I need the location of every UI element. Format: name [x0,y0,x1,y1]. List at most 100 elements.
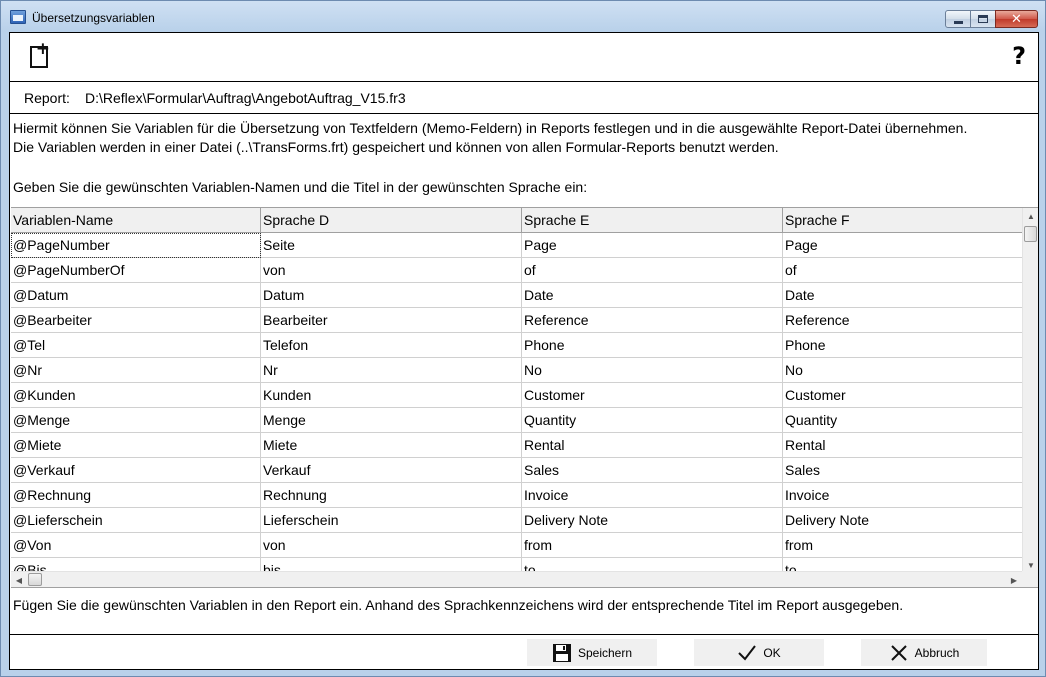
grid-cell[interactable]: @Datum [11,283,261,308]
grid-cell[interactable]: Lieferschein [261,508,522,533]
cross-icon [889,643,909,663]
grid-cell[interactable]: von [261,533,522,558]
table-row[interactable]: @PageNumberOf von of of [11,258,1022,283]
grid-cell[interactable]: Telefon [261,333,522,358]
grid-cell[interactable]: Customer [522,383,783,408]
column-header[interactable]: Sprache D [261,208,522,233]
grid-cell[interactable]: Reference [522,308,783,333]
caption-buttons: ✕ [945,10,1038,28]
grid-header: Variablen-Name Sprache D Sprache E Sprac… [11,208,1022,233]
table-row[interactable]: @Von von from from [11,533,1022,558]
scroll-up-icon[interactable]: ▲ [1023,208,1038,224]
grid-cell[interactable]: Quantity [783,408,1022,433]
vertical-scroll-thumb[interactable] [1024,226,1037,242]
grid-cell[interactable]: Rental [522,433,783,458]
grid-cell[interactable]: Rental [783,433,1022,458]
grid-cell[interactable]: Sales [522,458,783,483]
grid-cell[interactable]: Quantity [522,408,783,433]
table-row[interactable]: @PageNumber Seite Page Page [11,233,1022,258]
table-row[interactable]: @Kunden Kunden Customer Customer [11,383,1022,408]
help-icon[interactable]: ? [1012,42,1026,70]
grid-cell[interactable]: of [783,258,1022,283]
vertical-scrollbar[interactable]: ▲ ▼ [1022,208,1038,573]
save-button[interactable]: Speichern [527,639,657,666]
report-path: D:\Reflex\Formular\Auftrag\AngebotAuftra… [85,90,406,106]
grid-cell[interactable]: Sales [783,458,1022,483]
dialog-client-area: ? Report: D:\Reflex\Formular\Auftrag\Ang… [9,32,1039,670]
grid-cell[interactable]: from [783,533,1022,558]
dialog-window: Übersetzungsvariablen ✕ ? Report: D:\Ref… [0,0,1046,677]
button-bar: Speichern OK Abbruch [10,634,1038,670]
table-row[interactable]: @Miete Miete Rental Rental [11,433,1022,458]
title-bar[interactable]: Übersetzungsvariablen ✕ [1,1,1045,33]
grid-cell[interactable]: Phone [522,333,783,358]
grid-cell[interactable]: Kunden [261,383,522,408]
grid-cell[interactable]: Date [522,283,783,308]
grid-cell[interactable]: @Lieferschein [11,508,261,533]
grid-cell[interactable]: @PageNumberOf [11,258,261,283]
table-row[interactable]: @Lieferschein Lieferschein Delivery Note De… [11,508,1022,533]
grid-cell[interactable]: @Verkauf [11,458,261,483]
cancel-button[interactable]: Abbruch [861,639,987,666]
grid-cell[interactable]: Date [783,283,1022,308]
app-icon [10,10,26,24]
grid-cell[interactable]: @Miete [11,433,261,458]
grid-cell[interactable]: Page [783,233,1022,258]
grid-cell[interactable]: @Tel [11,333,261,358]
floppy-disk-icon [552,643,572,663]
close-button[interactable]: ✕ [995,10,1038,28]
grid-cell[interactable]: from [522,533,783,558]
table-row[interactable]: @Verkauf Verkauf Sales Sales [11,458,1022,483]
grid-cell[interactable]: Bearbeiter [261,308,522,333]
table-row[interactable]: @Tel Telefon Phone Phone [11,333,1022,358]
grid-cell[interactable]: Menge [261,408,522,433]
ok-button[interactable]: OK [694,639,824,666]
grid-cell[interactable]: Verkauf [261,458,522,483]
scroll-left-icon[interactable]: ◀ [11,572,27,587]
column-header[interactable]: Sprache E [522,208,783,233]
maximize-icon [978,15,988,23]
maximize-button[interactable] [970,10,996,28]
grid-cell[interactable]: Phone [783,333,1022,358]
grid-cell[interactable]: No [522,358,783,383]
grid-cell[interactable]: @Kunden [11,383,261,408]
grid-cell[interactable]: Delivery Note [783,508,1022,533]
grid-cell[interactable]: Invoice [522,483,783,508]
grid-cell[interactable]: @Rechnung [11,483,261,508]
horizontal-scroll-thumb[interactable] [28,573,42,586]
table-row[interactable]: @Nr Nr No No [11,358,1022,383]
grid-cell[interactable]: Customer [783,383,1022,408]
grid-cell[interactable]: Miete [261,433,522,458]
grid-cell[interactable]: Delivery Note [522,508,783,533]
table-row[interactable]: @Bearbeiter Bearbeiter Reference Reference [11,308,1022,333]
grid-cell[interactable]: Invoice [783,483,1022,508]
variables-grid[interactable]: Variablen-Name Sprache D Sprache E Sprac… [11,207,1038,588]
column-header[interactable]: Variablen-Name [11,208,261,233]
grid-cell[interactable]: von [261,258,522,283]
grid-cell[interactable]: @Menge [11,408,261,433]
scroll-right-icon[interactable]: ▶ [1006,572,1022,587]
grid-cell[interactable]: Reference [783,308,1022,333]
table-row[interactable]: @Rechnung Rechnung Invoice Invoice [11,483,1022,508]
grid-cell[interactable]: @Nr [11,358,261,383]
grid-cell[interactable]: @Bearbeiter [11,308,261,333]
table-row[interactable]: @Datum Datum Date Date [11,283,1022,308]
grid-cell[interactable]: @PageNumber [11,233,261,258]
description-line-3: Geben Sie die gewünschten Variablen-Name… [13,179,588,195]
grid-cell[interactable]: No [783,358,1022,383]
grid-cell[interactable]: Datum [261,283,522,308]
grid-cell[interactable]: Nr [261,358,522,383]
horizontal-scrollbar[interactable]: ◀ ▶ [11,571,1022,587]
grid-cell[interactable]: Seite [261,233,522,258]
table-row[interactable]: @Menge Menge Quantity Quantity [11,408,1022,433]
new-document-icon[interactable] [30,39,50,68]
grid-cell[interactable]: @Von [11,533,261,558]
column-header[interactable]: Sprache F [783,208,1022,233]
ok-label: OK [763,645,781,660]
grid-cell[interactable]: Page [522,233,783,258]
grid-cell[interactable]: Rechnung [261,483,522,508]
grid-cell[interactable]: of [522,258,783,283]
minimize-button[interactable] [945,10,971,28]
minimize-icon [953,20,963,24]
checkmark-icon [737,643,757,663]
